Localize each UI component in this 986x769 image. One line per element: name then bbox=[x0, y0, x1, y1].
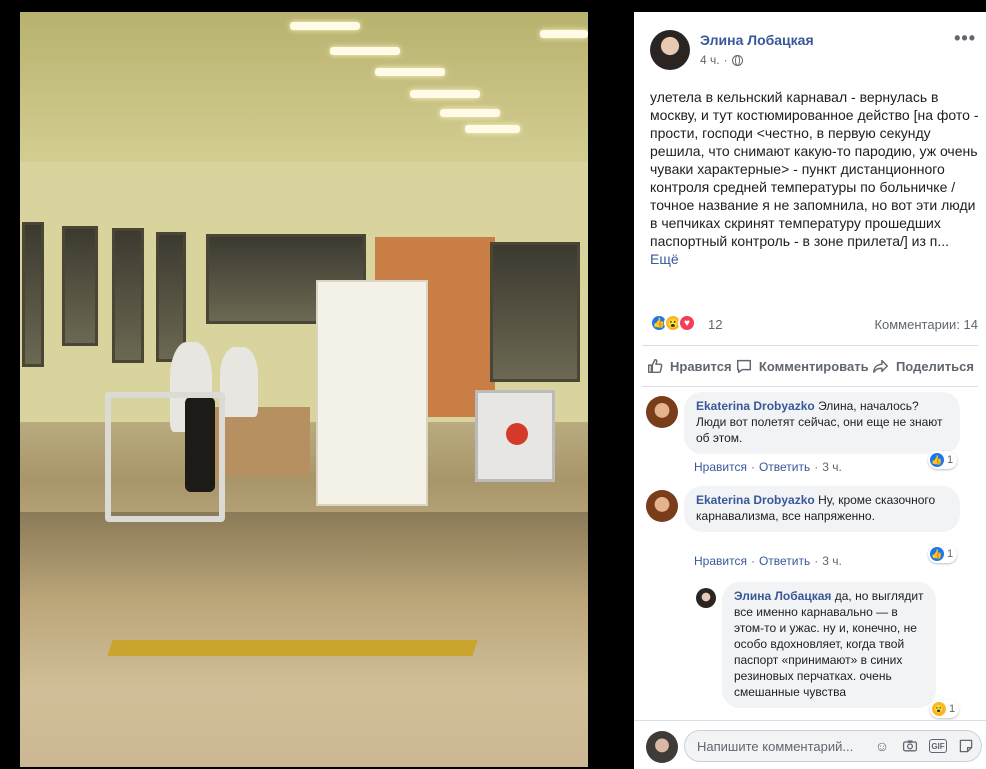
photo-window bbox=[22, 222, 44, 367]
comment-reply-link[interactable]: Ответить bbox=[759, 460, 810, 474]
wow-reaction-icon: 😮 bbox=[932, 702, 946, 716]
comment-bubble: Ekaterina Drobyazko Элина, началось? Люд… bbox=[684, 392, 960, 454]
reactions-summary[interactable]: 👍 😮 ♥ 12 Комментарии: 14 bbox=[650, 314, 978, 334]
photo-ceiling-light bbox=[465, 125, 520, 133]
more-icon[interactable]: ••• bbox=[954, 28, 976, 49]
photo-ceiling-light bbox=[410, 90, 480, 98]
comment-input[interactable]: Напишите комментарий... ☺ GIF bbox=[684, 730, 982, 762]
comment-time[interactable]: 3 ч. bbox=[822, 460, 842, 474]
comment-composer: Напишите комментарий... ☺ GIF bbox=[634, 720, 986, 769]
comment-item: Ekaterina Drobyazko Элина, началось? Люд… bbox=[634, 392, 986, 484]
commenter-name[interactable]: Ekaterina Drobyazko bbox=[696, 399, 815, 413]
like-reaction-icon: 👍 bbox=[930, 453, 944, 467]
comment-like-link[interactable]: Нравится bbox=[694, 460, 747, 474]
comment-button[interactable]: Комментировать bbox=[735, 357, 869, 375]
photo-ceiling-light bbox=[540, 30, 588, 38]
comment-reactions[interactable]: 👍 1 bbox=[928, 451, 958, 469]
reply-reactions[interactable]: 😮 1 bbox=[930, 700, 960, 718]
photo-window bbox=[62, 226, 98, 346]
commenter-avatar[interactable] bbox=[646, 396, 678, 428]
action-bar: Нравится Комментировать Поделиться bbox=[642, 345, 978, 387]
replier-avatar[interactable] bbox=[696, 588, 716, 608]
photo-ceiling-light bbox=[330, 47, 400, 55]
comment-reply-link[interactable]: Ответить bbox=[759, 554, 810, 568]
globe-icon[interactable] bbox=[731, 54, 743, 66]
reply-text: да, но выглядит все именно карнавально —… bbox=[734, 589, 924, 699]
author-name[interactable]: Элина Лобацкая bbox=[700, 32, 814, 48]
replier-name[interactable]: Элина Лобацкая bbox=[734, 589, 831, 603]
see-more-link[interactable]: Ещё bbox=[650, 251, 679, 267]
gif-icon[interactable]: GIF bbox=[929, 739, 947, 753]
comment-like-link[interactable]: Нравится bbox=[694, 554, 747, 568]
camera-icon[interactable] bbox=[901, 737, 919, 755]
post-text: улетела в кельнский карнавал - вернулась… bbox=[650, 88, 980, 268]
comment-label: Комментировать bbox=[758, 358, 869, 374]
photo-ceiling-light bbox=[440, 109, 500, 117]
like-reaction-icon: 👍 bbox=[930, 547, 944, 561]
post-body: улетела в кельнский карнавал - вернулась… bbox=[650, 89, 979, 249]
comment-actions: Нравится · Ответить · 3 ч. bbox=[694, 460, 842, 474]
photo-window bbox=[112, 228, 144, 363]
post-header: Элина Лобацкая 4 ч. · ••• bbox=[634, 12, 986, 82]
photo-cart bbox=[105, 392, 225, 522]
photo-window bbox=[490, 242, 580, 382]
comment-actions: Нравится · Ответить · 3 ч. bbox=[694, 554, 842, 568]
photo-sign bbox=[475, 390, 555, 482]
comment-bubble: Ekaterina Drobyazko Ну, кроме сказочного… bbox=[684, 486, 960, 532]
comment-item: Ekaterina Drobyazko Ну, кроме сказочного… bbox=[634, 486, 986, 578]
composer-icons: ☺ GIF bbox=[873, 737, 975, 755]
photo-person bbox=[220, 347, 258, 417]
commenter-avatar[interactable] bbox=[646, 490, 678, 522]
comment-icon bbox=[736, 359, 751, 374]
photo-screen-panel bbox=[316, 280, 428, 506]
photo-viewer bbox=[0, 0, 634, 769]
emoji-icon[interactable]: ☺ bbox=[873, 737, 891, 755]
reaction-icons: 👍 😮 ♥ bbox=[650, 314, 696, 332]
love-reaction-icon: ♥ bbox=[678, 314, 696, 332]
share-label: Поделиться bbox=[895, 358, 974, 374]
share-icon bbox=[873, 359, 888, 374]
comment-reaction-count: 1 bbox=[947, 454, 954, 466]
photo-ceiling-light bbox=[290, 22, 360, 30]
comments-count[interactable]: Комментарии: 14 bbox=[874, 317, 978, 332]
sticker-icon[interactable] bbox=[957, 737, 975, 755]
post-panel: Элина Лобацкая 4 ч. · ••• улетела в кель… bbox=[634, 12, 986, 769]
photo-ceiling bbox=[20, 12, 588, 162]
like-button[interactable]: Нравится bbox=[646, 357, 732, 375]
comment-reaction-count: 1 bbox=[947, 548, 954, 560]
comment-input-placeholder: Напишите комментарий... bbox=[697, 739, 854, 754]
comment-reactions[interactable]: 👍 1 bbox=[928, 545, 958, 563]
post-meta: 4 ч. · bbox=[700, 53, 743, 67]
reply-reaction-count: 1 bbox=[949, 703, 956, 715]
post-photo[interactable] bbox=[20, 12, 588, 767]
comment-time[interactable]: 3 ч. bbox=[822, 554, 842, 568]
like-icon bbox=[647, 358, 663, 374]
reply-bubble: Элина Лобацкая да, но выглядит все именн… bbox=[722, 582, 936, 708]
my-avatar bbox=[646, 731, 678, 763]
reply-item: Элина Лобацкая да, но выглядит все именн… bbox=[634, 582, 986, 722]
post-time[interactable]: 4 ч. bbox=[700, 53, 720, 67]
like-label: Нравится bbox=[670, 358, 732, 374]
photo-floor-stripe bbox=[107, 640, 478, 656]
commenter-name[interactable]: Ekaterina Drobyazko bbox=[696, 493, 815, 507]
author-avatar[interactable] bbox=[650, 30, 690, 70]
reaction-count[interactable]: 12 bbox=[708, 317, 722, 332]
share-button[interactable]: Поделиться bbox=[872, 357, 974, 375]
photo-ceiling-light bbox=[375, 68, 445, 76]
